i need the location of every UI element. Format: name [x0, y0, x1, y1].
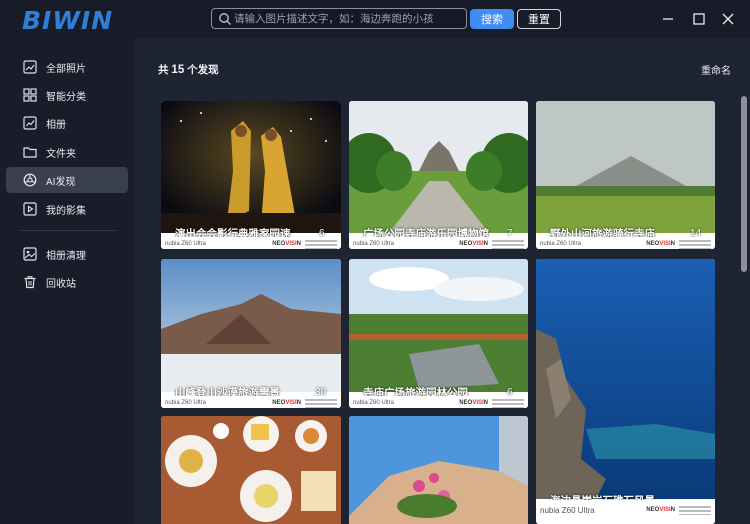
- sidebar-item-label: 智能分类: [46, 91, 86, 103]
- sidebar-item-album[interactable]: 相册: [6, 110, 128, 136]
- sidebar-item-label: 相册: [46, 119, 66, 131]
- grid-icon: [23, 88, 37, 102]
- sidebar-item-folder[interactable]: 文件夹: [6, 139, 128, 165]
- album-card[interactable]: 寺庙广场旅游园林公园 6 nubia Z60 Ultra NEOVISIN: [349, 259, 528, 408]
- sidebar-item-label: 文件夹: [46, 148, 76, 160]
- photo-watermark: nubia Z60 Ultra NEOVISIN: [536, 237, 715, 249]
- chart-icon: [23, 116, 37, 130]
- title-bar: BIWIN 搜索 重置: [0, 0, 750, 38]
- album-photo: [349, 416, 528, 524]
- sidebar-item-label: 我的影集: [46, 205, 86, 217]
- sidebar-item-ai-discover[interactable]: AI发现: [6, 167, 128, 193]
- maximize-icon[interactable]: [691, 11, 707, 27]
- photo-watermark: nubia Z60 Ultra NEOVISIN: [161, 237, 341, 249]
- album-card[interactable]: [349, 416, 528, 524]
- album-card[interactable]: 演出会会影行典雅家园速 6 nubia Z60 Ultra NEOVISIN: [161, 101, 341, 249]
- sidebar-item-album-cleanup[interactable]: 相册清理: [6, 241, 128, 267]
- album-photo: [349, 259, 528, 392]
- album-photo: [161, 101, 341, 233]
- sidebar-item-label: 相册清理: [46, 250, 86, 262]
- album-card[interactable]: 海边悬崖岩石礁石风景 nubia Z60 Ultra NEOVISIN: [536, 259, 715, 524]
- photo-watermark: nubia Z60 Ultra NEOVISIN: [349, 237, 528, 249]
- minimize-icon[interactable]: [660, 11, 676, 27]
- search-icon: [219, 13, 231, 25]
- photo-icon: [23, 60, 37, 74]
- ai-discover-icon: [23, 173, 37, 187]
- album-card[interactable]: 野外山河旅游骑行寺庙 14 nubia Z60 Ultra NEOVISIN: [536, 101, 715, 249]
- scrollbar[interactable]: [741, 96, 747, 272]
- image-clean-icon: [23, 247, 37, 261]
- rename-button[interactable]: 重命名: [701, 62, 731, 77]
- photo-watermark: nubia Z60 Ultra NEOVISIN: [349, 396, 528, 408]
- sidebar-item-all-photos[interactable]: 全部照片: [6, 54, 128, 80]
- album-photo: [161, 259, 341, 392]
- album-photo: [536, 259, 715, 499]
- album-card[interactable]: 广场公园寺庙游乐园博物馆 7 nubia Z60 Ultra NEOVISIN: [349, 101, 528, 249]
- play-icon: [23, 202, 37, 216]
- sidebar-item-smart-category[interactable]: 智能分类: [6, 82, 128, 108]
- folder-icon: [23, 147, 37, 158]
- album-photo: [349, 101, 528, 233]
- sidebar-item-label: 全部照片: [46, 63, 86, 75]
- sidebar-divider: [20, 230, 117, 231]
- search-input[interactable]: [234, 9, 464, 28]
- album-photo: [536, 101, 715, 233]
- result-count: 共 15 个发现: [158, 64, 219, 76]
- sidebar-item-my-collections[interactable]: 我的影集: [6, 196, 128, 222]
- search-box[interactable]: [211, 8, 467, 29]
- sidebar-item-recycle-bin[interactable]: 回收站: [6, 269, 128, 295]
- sidebar-item-label: 回收站: [46, 278, 76, 290]
- search-button[interactable]: 搜索: [470, 9, 514, 29]
- sidebar-item-label: AI发现: [46, 176, 76, 188]
- album-card[interactable]: [161, 416, 341, 524]
- reset-button[interactable]: 重置: [517, 9, 561, 29]
- trash-icon: [24, 276, 36, 289]
- photo-watermark: nubia Z60 Ultra NEOVISIN: [536, 500, 715, 524]
- album-photo: [161, 416, 341, 524]
- app-logo: BIWIN: [22, 6, 114, 35]
- album-card[interactable]: 山峰登山沙漠旅游雪景 30 nubia Z60 Ultra NEOVISIN: [161, 259, 341, 408]
- photo-watermark: nubia Z60 Ultra NEOVISIN: [161, 396, 341, 408]
- close-icon[interactable]: [720, 11, 736, 27]
- sidebar: 全部照片 智能分类 相册 文件夹 AI发现 我的影集 相册清理 回收站: [0, 38, 135, 524]
